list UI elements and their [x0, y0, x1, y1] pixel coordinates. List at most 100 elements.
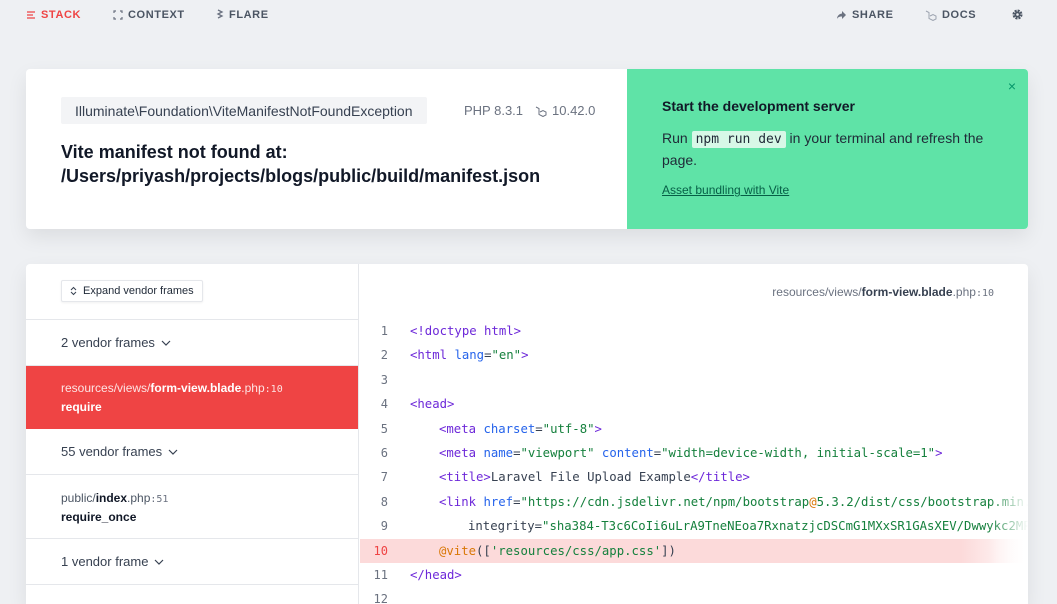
code-lines: 1 <!doctype html> 2 <html lang="en"> 3 4 <h…: [360, 319, 1028, 604]
nav-stack[interactable]: STACK: [26, 9, 81, 21]
frame-method: require: [61, 400, 102, 414]
nav-flare[interactable]: FLARE: [216, 9, 269, 21]
frames-list: Expand vendor frames 2 vendor frames res…: [26, 264, 359, 604]
error-message: Vite manifest not found at: /Users/priya…: [61, 140, 621, 188]
code-line: 8 <link href="https://cdn.jsdelivr.net/np…: [360, 490, 1028, 514]
line-number: 4: [380, 397, 388, 412]
code-line: 11 </head>: [360, 563, 1028, 587]
code-line: 6 <meta name="viewport" content="width=de…: [360, 441, 1028, 465]
chevron-down-icon: [155, 559, 164, 565]
code-line: 12: [360, 587, 1028, 604]
line-number: 2: [380, 348, 388, 363]
code-file-line: :10: [975, 288, 994, 299]
close-icon[interactable]: ×: [1008, 78, 1016, 94]
nav-share-label: SHARE: [852, 9, 894, 21]
line-number: 12: [373, 592, 388, 604]
line-number: 10: [373, 543, 388, 558]
code-text: <!doctype html>: [410, 324, 522, 338]
code-fade-overlay: [988, 319, 1028, 604]
code-viewer: resources/views/form-view.blade.php:10 1…: [360, 264, 1028, 604]
code-line: 7 <title>Laravel File Upload Example</tit…: [360, 465, 1028, 489]
line-number: 1: [380, 324, 388, 338]
code-text: @vite(['resources/css/app.css']): [439, 543, 676, 558]
frame-file: index: [95, 491, 128, 505]
nav-flare-label: FLARE: [229, 9, 269, 21]
vendor-frames-label: 1 vendor frame: [61, 554, 149, 569]
solution-docs-link[interactable]: Asset bundling with Vite: [662, 183, 789, 197]
stack-panel: Expand vendor frames 2 vendor frames res…: [26, 264, 1028, 604]
nav-docs-label: DOCS: [942, 9, 977, 21]
frame-file: form-view.blade: [150, 381, 242, 395]
line-number: 8: [380, 494, 388, 509]
line-number: 5: [380, 421, 388, 436]
exception-class: Illuminate\Foundation\ViteManifestNotFou…: [61, 97, 427, 124]
code-line: 3: [360, 368, 1028, 392]
nav-docs[interactable]: DOCS: [925, 9, 976, 21]
top-nav: STACK CONTEXT FLARE SHARE DOCS: [0, 0, 1057, 32]
app-frame-row[interactable]: resources/views/form-view.blade.php:10 r…: [26, 366, 358, 429]
vendor-frames-label: 55 vendor frames: [61, 444, 163, 459]
code-text: <title>Laravel File Upload Example</titl…: [439, 470, 750, 485]
code-text: </head>: [410, 567, 462, 582]
code-file-path: resources/views/form-view.blade.php:10: [772, 285, 994, 299]
code-file-ext: .php: [952, 285, 976, 299]
solution-body: Run npm run dev in your terminal and ref…: [662, 128, 993, 171]
app-frame-row[interactable]: public/index.php:51 require_once: [26, 475, 358, 539]
vendor-frames-row[interactable]: 2 vendor frames: [26, 320, 358, 366]
solution-body-prefix: Run: [662, 130, 692, 146]
line-number: 11: [373, 567, 388, 582]
expand-icon: [70, 286, 77, 296]
frame-ext: .php: [127, 491, 151, 505]
solution-command: npm run dev: [691, 131, 786, 148]
code-text: <link href="https://cdn.jsdelivr.net/npm…: [439, 494, 1028, 509]
code-line: 5 <meta charset="utf-8">: [360, 417, 1028, 441]
context-icon: [113, 10, 123, 20]
code-line: 1 <!doctype html>: [360, 319, 1028, 343]
laravel-version-text: 10.42.0: [552, 103, 596, 118]
error-card: Illuminate\Foundation\ViteManifestNotFou…: [26, 69, 1028, 229]
solution-panel: × Start the development server Run npm r…: [627, 69, 1028, 229]
frame-dir: resources/views/: [61, 381, 151, 395]
frame-path: resources/views/form-view.blade.php:10: [61, 381, 358, 395]
frame-path: public/index.php:51: [61, 491, 358, 505]
laravel-version: 10.42.0: [535, 103, 595, 118]
nav-context[interactable]: CONTEXT: [113, 9, 185, 21]
solution-title: Start the development server: [662, 98, 855, 114]
vendor-frames-row[interactable]: 55 vendor frames: [26, 429, 358, 475]
code-file-dir: resources/views/: [772, 285, 862, 299]
laravel-icon: [535, 106, 547, 117]
frame-ext: .php: [241, 381, 265, 395]
code-text: <meta name="viewport" content="width=dev…: [439, 445, 943, 460]
line-number: 9: [380, 519, 388, 534]
code-text: <head>: [410, 397, 455, 412]
vendor-frames-row[interactable]: 1 vendor frame: [26, 539, 358, 585]
code-text: integrity="sha384-T3c6CoIi6uLrA9TneNEoa7…: [468, 519, 1028, 534]
code-text: <html lang="en">: [410, 348, 529, 363]
error-message-line2: /Users/priyash/projects/blogs/public/bui…: [61, 166, 541, 186]
laravel-logo-icon: [925, 10, 937, 21]
nav-share[interactable]: SHARE: [836, 9, 894, 21]
expand-row: Expand vendor frames: [26, 264, 358, 320]
nav-stack-label: STACK: [41, 9, 82, 21]
frame-method: require_once: [61, 510, 137, 524]
line-number: 6: [380, 445, 388, 460]
frame-dir: public/: [61, 491, 96, 505]
code-line: 9 integrity="sha384-T3c6CoIi6uLrA9TneNEoa…: [360, 514, 1028, 538]
chevron-down-icon: [168, 449, 178, 455]
expand-vendor-frames-label: Expand vendor frames: [83, 285, 194, 297]
flare-icon: [216, 9, 224, 19]
settings-button[interactable]: [1011, 8, 1024, 21]
code-line: 2 <html lang="en">: [360, 343, 1028, 367]
php-version: PHP 8.3.1: [464, 103, 524, 118]
error-message-line1: Vite manifest not found at:: [61, 142, 288, 162]
expand-vendor-frames-button[interactable]: Expand vendor frames: [61, 280, 203, 302]
stack-icon: [27, 11, 35, 19]
share-icon: [837, 11, 846, 19]
code-line: 4 <head>: [360, 392, 1028, 416]
error-summary: Illuminate\Foundation\ViteManifestNotFou…: [26, 69, 627, 229]
chevron-down-icon: [161, 340, 171, 346]
line-number: 3: [380, 372, 388, 387]
highlighted-code-line: 10 @vite(['resources/css/app.css']): [360, 538, 1028, 563]
code-text: <meta charset="utf-8">: [439, 421, 602, 436]
code-file-name: form-view.blade: [861, 285, 953, 299]
